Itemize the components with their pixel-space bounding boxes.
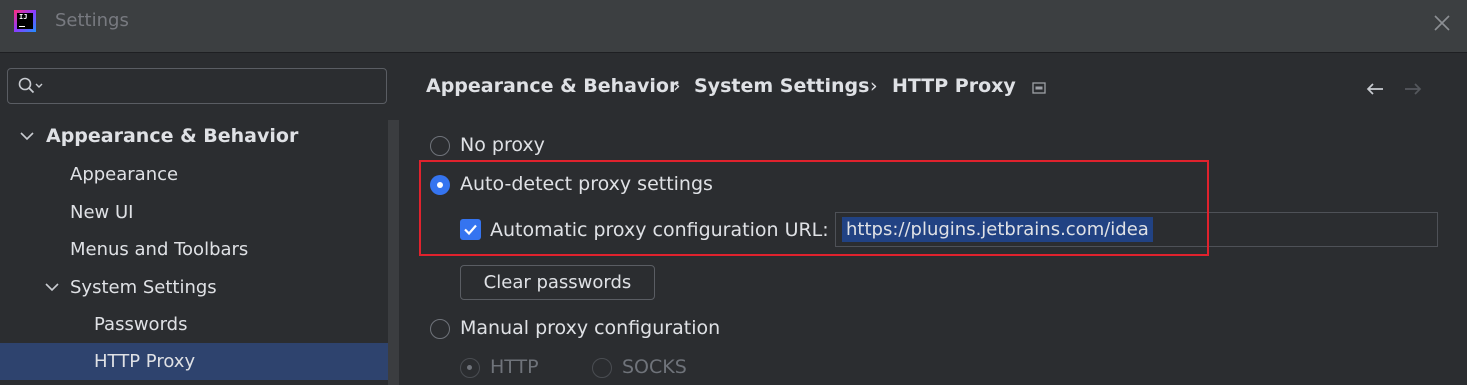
tree-item-label: Menus and Toolbars — [70, 239, 249, 260]
chevron-down-icon[interactable] — [45, 282, 59, 292]
tree-item-passwords[interactable]: Passwords — [0, 306, 386, 343]
tree-item-label: Appearance & Behavior — [46, 125, 299, 147]
http-type-label: HTTP — [490, 356, 539, 378]
tree-item-label: HTTP Proxy — [94, 351, 196, 372]
clear-passwords-button[interactable]: Clear passwords — [460, 265, 655, 300]
http-type-radio — [460, 358, 480, 378]
breadcrumb-item[interactable]: Appearance & Behavior — [426, 75, 678, 97]
tree-item-appearance[interactable]: Appearance — [0, 156, 386, 193]
settings-search-input[interactable] — [48, 73, 382, 99]
window-title: Settings — [55, 10, 129, 31]
page-settings-icon[interactable] — [1032, 82, 1046, 94]
settings-search-box[interactable] — [7, 68, 387, 104]
settings-sidebar: Appearance & Behavior Appearance New UI … — [0, 53, 399, 385]
breadcrumb-item[interactable]: System Settings — [694, 75, 869, 97]
tree-item-label: Passwords — [94, 314, 188, 335]
breadcrumb-separator: › — [673, 75, 681, 97]
socks-type-radio — [592, 358, 612, 378]
tree-item-menus-toolbars[interactable]: Menus and Toolbars — [0, 231, 386, 268]
tree-item-label: Appearance — [70, 164, 179, 185]
title-bar: IJ Settings — [0, 0, 1467, 53]
back-arrow-icon[interactable] — [1365, 81, 1385, 97]
no-proxy-radio[interactable] — [430, 136, 450, 156]
tree-item-http-proxy[interactable]: HTTP Proxy — [0, 343, 399, 380]
highlight-annotation-box — [419, 160, 1209, 256]
settings-content: Appearance & Behavior › System Settings … — [400, 53, 1467, 385]
tree-item-appearance-behavior[interactable]: Appearance & Behavior — [0, 118, 386, 155]
breadcrumb-item: HTTP Proxy — [892, 75, 1016, 97]
chevron-down-icon[interactable] — [20, 131, 34, 141]
manual-proxy-radio[interactable] — [430, 319, 450, 339]
tree-item-new-ui[interactable]: New UI — [0, 194, 386, 231]
sidebar-scrollbar[interactable] — [388, 120, 399, 385]
tree-item-label: System Settings — [70, 277, 217, 298]
tree-item-system-settings[interactable]: System Settings — [0, 269, 386, 306]
intellij-app-icon: IJ — [14, 10, 36, 32]
breadcrumb-separator: › — [870, 75, 878, 97]
tree-item-label: New UI — [70, 202, 134, 223]
close-icon[interactable] — [1431, 12, 1453, 34]
forward-arrow-icon[interactable] — [1403, 81, 1423, 97]
manual-proxy-label[interactable]: Manual proxy configuration — [460, 317, 720, 339]
socks-type-label: SOCKS — [622, 356, 687, 378]
no-proxy-label[interactable]: No proxy — [460, 134, 545, 156]
search-icon[interactable] — [18, 77, 44, 95]
